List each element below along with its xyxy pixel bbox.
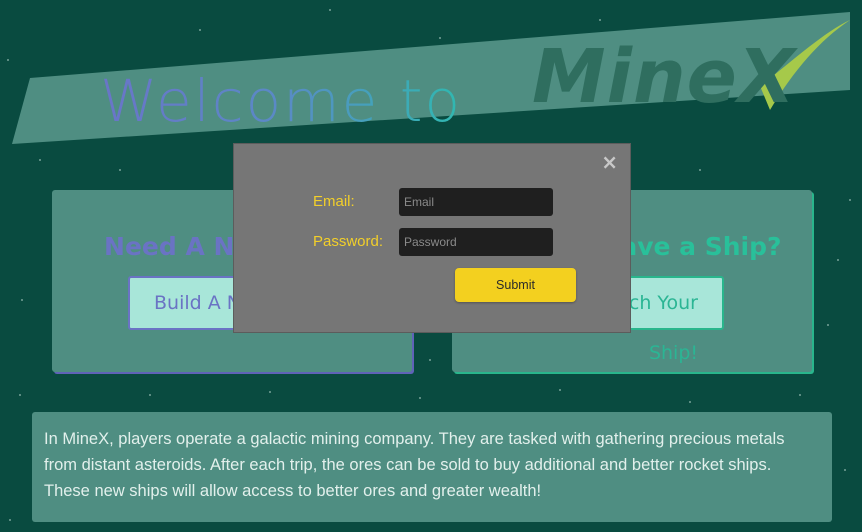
email-label: Email: [313, 193, 355, 210]
password-label: Password: [313, 233, 384, 250]
minex-logo: MineX [532, 34, 796, 120]
welcome-heading: Welcome to [100, 67, 462, 135]
submit-button[interactable]: Submit [455, 268, 576, 302]
game-description: In MineX, players operate a galactic min… [32, 412, 832, 522]
login-modal: × Email: Password: Submit [233, 143, 631, 333]
title-banner: Welcome to MineX [12, 12, 852, 147]
email-field[interactable] [399, 188, 553, 216]
password-field[interactable] [399, 228, 553, 256]
close-icon[interactable]: × [601, 152, 618, 172]
